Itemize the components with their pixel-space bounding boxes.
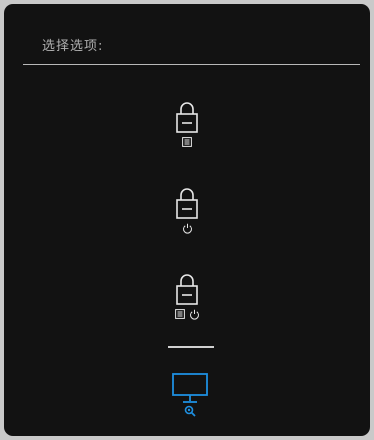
power-icon — [189, 309, 199, 320]
header-divider — [23, 64, 360, 65]
menu-icon — [174, 309, 185, 319]
lock-icon — [176, 188, 198, 219]
lock-icon — [176, 102, 198, 133]
lock-power-button-option[interactable] — [162, 186, 212, 234]
lock-menu-buttons-option[interactable] — [162, 100, 212, 147]
built-in-diagnostics-option[interactable] — [170, 372, 210, 422]
lock-icon — [176, 274, 198, 305]
monitor-diagnostics-icon — [172, 373, 208, 417]
menu-icon — [182, 137, 192, 147]
lock-menu-and-power-buttons-option[interactable] — [162, 272, 212, 320]
page-title: 选择选项: — [42, 39, 104, 54]
section-divider — [168, 346, 214, 348]
power-icon — [182, 223, 192, 234]
osd-panel: 选择选项: — [4, 4, 370, 436]
